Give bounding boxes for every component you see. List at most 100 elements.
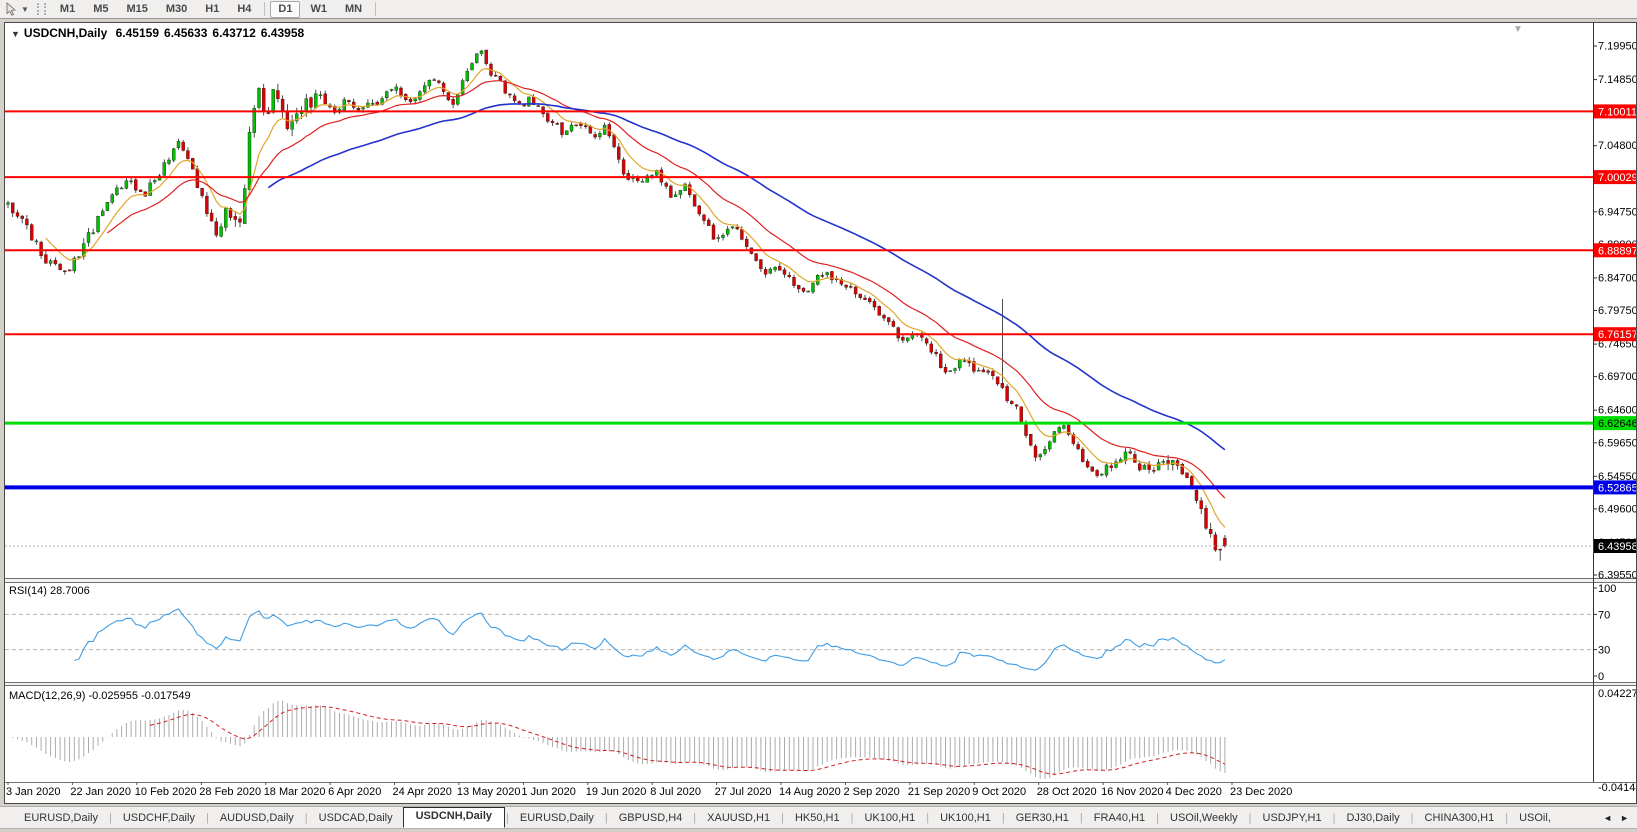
chart-canvas[interactable]: 7.199507.148507.099007.048006.997506.947… <box>5 23 1637 803</box>
rsi-scale-label: 100 <box>1598 583 1616 595</box>
chart-symbol: USDCNH,Daily <box>23 26 108 40</box>
price-tick-label: 6.64600 <box>1598 405 1636 417</box>
hline-price-label-text: 7.00029 <box>1598 172 1636 184</box>
chart-tab-eurusd-daily[interactable]: EURUSD,Daily <box>14 810 108 826</box>
ma-slow-line <box>267 103 1226 451</box>
toolbar-grip[interactable] <box>36 3 46 15</box>
timeframe-button-h1[interactable]: H1 <box>197 1 227 18</box>
date-tick-label: 4 Dec 2020 <box>1166 786 1222 798</box>
price-tick-label: 7.04800 <box>1598 140 1636 152</box>
horizontal-lines[interactable] <box>5 110 1593 490</box>
date-tick-label: 8 Jul 2020 <box>650 786 701 798</box>
ohlc-high: 6.45633 <box>164 26 208 40</box>
date-tick-label: 16 Nov 2020 <box>1101 786 1163 798</box>
date-tick-label: 10 Feb 2020 <box>135 786 197 798</box>
rsi-scale-label: 0 <box>1598 671 1604 683</box>
ohlc-low: 6.43712 <box>212 26 256 40</box>
price-tick-label: 6.49600 <box>1598 503 1636 515</box>
date-tick-label: 23 Dec 2020 <box>1230 786 1292 798</box>
date-tick-label: 9 Oct 2020 <box>972 786 1026 798</box>
time-scale[interactable]: 3 Jan 2020 22 Jan 2020 10 Feb 2020 28 Feb 2… <box>6 782 1292 798</box>
timeframe-button-w1[interactable]: W1 <box>302 1 335 18</box>
date-tick-label: 13 May 2020 <box>457 786 521 798</box>
tab-nav-right-icon[interactable]: ► <box>1616 813 1633 823</box>
macd-histogram <box>12 700 1226 779</box>
chart-tab-usdcnh-daily[interactable]: USDCNH,Daily <box>402 807 506 828</box>
date-tick-label: 24 Apr 2020 <box>393 786 452 798</box>
chevron-down-icon[interactable]: ▼ <box>21 5 29 14</box>
hline-price-label-text: 7.10011 <box>1598 106 1636 118</box>
chart-tab-audusd-daily[interactable]: AUDUSD,Daily <box>210 810 304 826</box>
timeframe-button-m30[interactable]: M30 <box>158 1 195 18</box>
price-tick-label: 6.94750 <box>1598 206 1636 218</box>
ohlc-close: 6.43958 <box>260 26 305 40</box>
rsi-scale-label: 70 <box>1598 609 1610 621</box>
collapse-icon[interactable]: ▼ <box>11 29 20 39</box>
chart-tab-xauusd-h1[interactable]: XAUUSD,H1 <box>697 810 780 826</box>
price-tick-label: 6.59650 <box>1598 437 1636 449</box>
chart-tab-usoil-weekly[interactable]: USOil,Weekly <box>1160 810 1248 826</box>
hline-price-label-text: 6.62646 <box>1598 418 1636 430</box>
date-tick-label: 28 Oct 2020 <box>1037 786 1097 798</box>
timeframe-button-d1[interactable]: D1 <box>270 0 301 18</box>
date-tick-label: 14 Aug 2020 <box>779 786 841 798</box>
rsi-line <box>74 608 1226 671</box>
date-tick-label: 6 Apr 2020 <box>328 786 381 798</box>
tab-nav-left-icon[interactable]: ◄ <box>1599 813 1616 823</box>
date-tick-label: 28 Feb 2020 <box>199 786 261 798</box>
chart-tabs: EURUSD,Daily | USDCHF,Daily | AUDUSD,Daily | U… <box>14 807 1561 828</box>
date-tick-label: 27 Jul 2020 <box>715 786 772 798</box>
ma-fast-line <box>45 67 1226 528</box>
date-tick-label: 1 Jun 2020 <box>521 786 575 798</box>
date-tick-label: 3 Jan 2020 <box>6 786 60 798</box>
price-tick-label: 7.19950 <box>1598 41 1636 53</box>
price-tick-label: 6.39550 <box>1598 570 1636 582</box>
hline-price-label-text: 6.52865 <box>1598 482 1636 494</box>
date-tick-label: 18 Mar 2020 <box>264 786 326 798</box>
chart-tab-fra40-h1[interactable]: FRA40,H1 <box>1084 810 1155 826</box>
chart-tab-bar: EURUSD,Daily | USDCHF,Daily | AUDUSD,Daily | U… <box>0 806 1637 829</box>
rsi-label: RSI(14) 28.7006 <box>9 585 90 597</box>
scroll-marker-icon[interactable]: ▼ <box>1513 24 1523 35</box>
toolbar-separator <box>375 2 377 16</box>
chart-tab-china300-h1[interactable]: CHINA300,H1 <box>1415 810 1505 826</box>
price-tick-label: 7.14850 <box>1598 74 1636 86</box>
chart-tab-usoil-[interactable]: USOil, <box>1509 810 1561 826</box>
chart-tab-usdjpy-h1[interactable]: USDJPY,H1 <box>1253 810 1332 826</box>
chart-tab-hk50-h1[interactable]: HK50,H1 <box>785 810 850 826</box>
timeframe-button-mn[interactable]: MN <box>337 1 370 18</box>
chart-tab-usdchf-daily[interactable]: USDCHF,Daily <box>113 810 205 826</box>
chart-title: ▼ USDCNH,Daily 6.45159 6.45633 6.43712 6.439… <box>11 26 309 40</box>
chart-tab-uk100-h1[interactable]: UK100,H1 <box>854 810 925 826</box>
macd-scale-bottom: -0.04148 <box>1598 782 1636 794</box>
rsi-panel <box>5 608 1593 671</box>
timeframe-button-h4[interactable]: H4 <box>229 1 259 18</box>
hline-price-label-text: 6.76157 <box>1598 329 1636 341</box>
price-tick-label: 6.84700 <box>1598 272 1636 284</box>
macd-label: MACD(12,26,9) -0.025955 -0.017549 <box>9 690 191 702</box>
rsi-scale-label: 30 <box>1598 645 1610 657</box>
price-scale[interactable]: 7.199507.148507.099007.048006.997506.947… <box>1593 23 1637 794</box>
chart-tab-dj30-daily[interactable]: DJ30,Daily <box>1336 810 1409 826</box>
panel-splitters[interactable] <box>5 578 1636 783</box>
timeframe-buttons: M1 M5 M15 M30 H1 H4 D1 W1 MN <box>51 0 380 18</box>
timeframe-button-m1[interactable]: M1 <box>52 1 83 18</box>
main-price-panel <box>5 49 1593 561</box>
chart-tab-gbpusd-h4[interactable]: GBPUSD,H4 <box>609 810 693 826</box>
macd-scale-top: 0.042275 <box>1598 688 1636 700</box>
timeframe-button-m15[interactable]: M15 <box>118 1 155 18</box>
ma-mid-line <box>107 80 1226 499</box>
chart-tab-usdcad-daily[interactable]: USDCAD,Daily <box>309 810 403 826</box>
ohlc-open: 6.45159 <box>115 26 160 40</box>
date-tick-label: 21 Sep 2020 <box>908 786 970 798</box>
chart-tab-ger30-h1[interactable]: GER30,H1 <box>1006 810 1079 826</box>
macd-panel <box>12 700 1226 779</box>
chart-tab-uk100-h1[interactable]: UK100,H1 <box>930 810 1001 826</box>
timeframe-button-m5[interactable]: M5 <box>85 1 116 18</box>
chart-window[interactable]: ▼ USDCNH,Daily 6.45159 6.45633 6.43712 6.439… <box>4 22 1637 804</box>
chart-tab-eurusd-daily[interactable]: EURUSD,Daily <box>510 810 604 826</box>
cursor-tool-icon[interactable] <box>4 2 20 16</box>
date-tick-label: 22 Jan 2020 <box>70 786 131 798</box>
toolbar-separator <box>264 2 266 16</box>
price-tick-label: 6.79750 <box>1598 305 1636 317</box>
